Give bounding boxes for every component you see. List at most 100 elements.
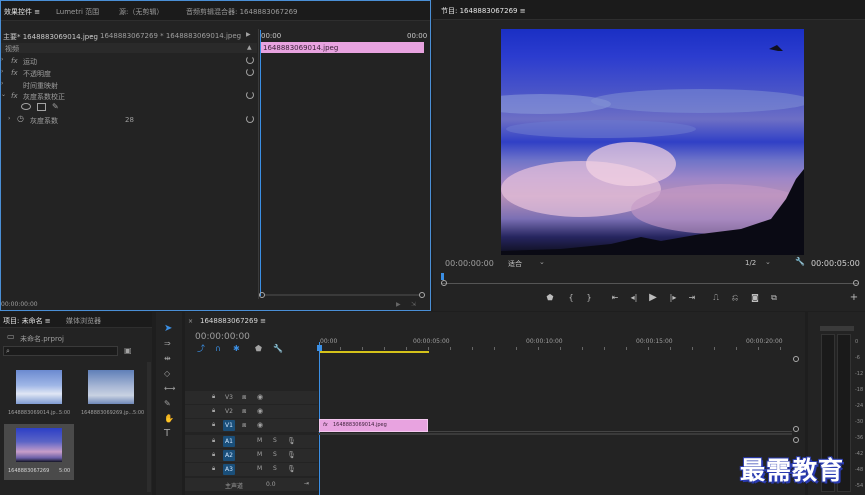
scroll-handle-mid2[interactable]: [793, 437, 799, 443]
mark-in-icon[interactable]: {: [566, 293, 576, 303]
export-icon[interactable]: ⇲: [411, 300, 416, 310]
microphone-icon[interactable]: 🎙︎: [287, 464, 296, 474]
tab-project[interactable]: 项目: 未命名 ≡: [3, 316, 51, 326]
scroll-track[interactable]: [265, 294, 419, 296]
rectangle-mask-icon[interactable]: [37, 103, 46, 111]
project-item-selected[interactable]: 1648883067269 5:00: [4, 424, 74, 480]
track-header-a2[interactable]: 🔒︎ A2 M S 🎙︎: [185, 449, 318, 462]
sequence-clip-label[interactable]: 1648883067269 * 1648883069014.jpeg: [100, 32, 241, 40]
slip-tool-icon[interactable]: ⟷: [164, 384, 175, 394]
mini-zoom-scroll[interactable]: [259, 292, 425, 298]
program-title[interactable]: 节目: 1648883067269 ≡: [441, 6, 526, 16]
track-label[interactable]: A2: [223, 450, 235, 461]
pen-mask-icon[interactable]: ✎: [52, 102, 59, 112]
scroll-handle-right[interactable]: [419, 292, 425, 298]
lock-icon[interactable]: 🔒︎: [212, 464, 215, 474]
scroll-handle-right[interactable]: [853, 280, 859, 286]
collapse-up-icon[interactable]: ▲: [247, 43, 252, 53]
step-back-icon[interactable]: ◂|: [629, 293, 639, 303]
ripple-edit-tool-icon[interactable]: ⇹: [164, 354, 171, 364]
go-to-out-icon[interactable]: ⇥: [687, 293, 697, 303]
master-clip-label[interactable]: 主要* 1648883069014.jpeg: [3, 32, 98, 42]
settings-wrench-icon[interactable]: 🔧: [273, 344, 283, 354]
reset-icon[interactable]: [246, 56, 254, 64]
extract-icon[interactable]: ⎌: [730, 293, 740, 303]
fit-dropdown-arrow-icon[interactable]: ⌄: [539, 257, 545, 267]
resolution-arrow-icon[interactable]: ⌄: [765, 257, 771, 267]
mark-out-icon[interactable]: }: [584, 293, 594, 303]
microphone-icon[interactable]: 🎙︎: [287, 450, 296, 460]
reset-icon[interactable]: [246, 91, 254, 99]
effect-row-time-remap[interactable]: › 时间重映射: [1, 79, 257, 90]
program-playhead[interactable]: [441, 273, 444, 280]
sequence-tab[interactable]: 1648883067269 ≡: [200, 317, 266, 325]
mini-clip-bar[interactable]: 1648883069014.jpeg: [260, 42, 424, 53]
tab-effect-controls[interactable]: 效果控件 ≡: [4, 7, 40, 17]
timeline-timecode[interactable]: 00:00:00:00: [195, 332, 250, 342]
track-label[interactable]: A1: [223, 436, 235, 447]
program-timecode[interactable]: 00:00:00:00: [445, 259, 494, 268]
lock-icon[interactable]: 🔒︎: [212, 450, 215, 460]
solo-icon[interactable]: S: [273, 436, 277, 446]
filter-icon[interactable]: ▶: [396, 300, 401, 310]
fx-badge[interactable]: fx: [11, 92, 18, 100]
razor-tool-icon[interactable]: ◇: [164, 369, 170, 379]
lock-icon[interactable]: 🔒︎: [212, 436, 215, 446]
wrench-icon[interactable]: 🔧: [795, 257, 805, 267]
tab-audio-clip-mixer[interactable]: 音频剪辑混合器: 1648883067269: [186, 7, 297, 17]
mini-playhead[interactable]: [260, 30, 261, 296]
scroll-handle-left[interactable]: [441, 280, 447, 286]
track-label[interactable]: A3: [223, 464, 235, 475]
fx-badge[interactable]: fx: [11, 57, 18, 65]
go-to-in-icon[interactable]: ⇤: [610, 293, 620, 303]
play-clip-icon[interactable]: ▶: [246, 30, 251, 40]
go-to-end-icon[interactable]: ⇥: [304, 479, 309, 489]
eye-icon[interactable]: ◉: [257, 406, 263, 416]
lock-icon[interactable]: 🔒︎: [212, 406, 215, 416]
dropdown-arrow-icon[interactable]: ⌄: [88, 30, 94, 40]
add-button-icon[interactable]: +: [849, 293, 859, 303]
param-row-gamma[interactable]: › ◷ 灰度系数 28: [1, 114, 257, 125]
hand-tool-icon[interactable]: ✋: [164, 414, 174, 424]
track-header-v1[interactable]: 🔒︎ V1 ⧈ ◉: [185, 419, 318, 432]
pen-tool-icon[interactable]: ✎: [164, 399, 171, 409]
work-area-bar[interactable]: [320, 351, 429, 353]
effect-row-gamma[interactable]: ⌄ fx 灰度系数校正: [1, 90, 257, 101]
resolution-dropdown[interactable]: 1/2: [745, 259, 756, 267]
sync-lock-icon[interactable]: ⧈: [242, 420, 246, 430]
project-search-input[interactable]: ⌕: [3, 346, 118, 356]
project-item[interactable]: 1648883069269.jp... 5:00: [78, 367, 148, 422]
project-scrollbar[interactable]: [147, 362, 151, 492]
timeline-clip[interactable]: fx 1648883069014.jpeg: [319, 419, 428, 432]
expand-arrow-icon[interactable]: ›: [8, 114, 10, 124]
effect-controls-timecode[interactable]: 00:00:00:00: [1, 301, 38, 308]
selection-tool-icon[interactable]: ➤: [164, 324, 172, 334]
program-scrubber[interactable]: [441, 273, 859, 287]
mute-icon[interactable]: M: [257, 464, 262, 474]
new-bin-icon[interactable]: ▣: [124, 346, 132, 356]
nest-icon[interactable]: ✱: [233, 344, 240, 354]
stopwatch-icon[interactable]: ◷: [17, 114, 24, 124]
track-header-master[interactable]: 主声道 0.0 ⇥: [185, 478, 318, 491]
scroll-handle-top[interactable]: [793, 356, 799, 362]
expand-arrow-icon[interactable]: ›: [1, 79, 3, 89]
lock-icon[interactable]: 🔒︎: [212, 392, 215, 402]
sync-lock-icon[interactable]: ⧈: [242, 392, 246, 402]
expand-arrow-icon[interactable]: ›: [1, 67, 3, 77]
eye-icon[interactable]: ◉: [257, 392, 263, 402]
tab-source[interactable]: 源:（无剪辑）: [119, 7, 163, 17]
snap-icon[interactable]: ⤴: [197, 344, 205, 354]
add-marker-icon[interactable]: ⬟: [545, 293, 555, 303]
track-header-v2[interactable]: 🔒︎ V2 ⧈ ◉: [185, 405, 318, 418]
play-icon[interactable]: ▶: [648, 293, 658, 303]
solo-icon[interactable]: S: [273, 464, 277, 474]
track-select-tool-icon[interactable]: ⇒: [164, 339, 171, 349]
lock-icon[interactable]: 🔒︎: [212, 420, 215, 430]
linked-selection-icon[interactable]: ∩: [215, 344, 221, 354]
fit-dropdown[interactable]: 适合: [508, 259, 522, 269]
microphone-icon[interactable]: 🎙︎: [287, 436, 296, 446]
tab-media-browser[interactable]: 媒体浏览器: [66, 316, 101, 326]
param-value[interactable]: 28: [125, 116, 134, 124]
effect-row-motion[interactable]: › fx 运动: [1, 55, 257, 66]
scroll-handle-mid[interactable]: [793, 426, 799, 432]
